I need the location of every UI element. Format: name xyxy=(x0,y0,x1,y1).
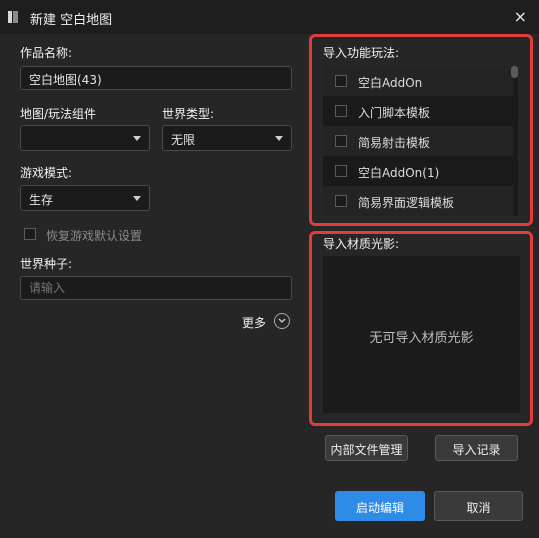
seed-label: 世界种子: xyxy=(20,257,73,271)
game-mode-value: 生存 xyxy=(29,193,54,207)
feature-checkbox[interactable] xyxy=(335,135,347,147)
start-edit-button[interactable]: 启动编辑 xyxy=(335,491,425,521)
app-icon xyxy=(8,11,18,23)
seed-input[interactable] xyxy=(20,276,292,300)
title-bar: 新建 空白地图 × xyxy=(0,0,539,34)
more-label[interactable]: 更多 xyxy=(242,314,266,331)
import-materials-label: 导入材质光影: xyxy=(323,237,400,251)
import-log-button[interactable]: 导入记录 xyxy=(435,435,518,461)
feature-label: 简易界面逻辑模板 xyxy=(358,196,455,210)
empty-state-text: 无可导入材质光影 xyxy=(369,331,474,346)
list-item[interactable]: 空白AddOn xyxy=(323,66,513,96)
restore-default-label: 恢复游戏默认设置 xyxy=(46,229,143,243)
list-item[interactable]: 入门脚本模板 xyxy=(323,96,513,126)
work-name-label: 作品名称: xyxy=(20,46,73,60)
window-title: 新建 空白地图 xyxy=(30,13,113,28)
game-mode-label: 游戏模式: xyxy=(20,166,73,180)
import-features-list: 空白AddOn 入门脚本模板 简易射击模板 空白AddOn(1) 简易界面逻辑模… xyxy=(323,66,518,216)
world-type-select[interactable]: 无限 xyxy=(162,125,292,151)
feature-label: 入门脚本模板 xyxy=(358,106,431,120)
cancel-button[interactable]: 取消 xyxy=(434,491,523,521)
world-type-label: 世界类型: xyxy=(162,107,215,121)
list-scrollbar[interactable] xyxy=(511,66,518,78)
restore-default-checkbox[interactable] xyxy=(24,228,36,240)
feature-checkbox[interactable] xyxy=(335,165,347,177)
list-item[interactable]: 简易界面逻辑模板 xyxy=(323,186,513,216)
close-icon[interactable]: × xyxy=(514,7,527,26)
feature-checkbox[interactable] xyxy=(335,75,347,87)
feature-label: 空白AddOn(1) xyxy=(358,166,440,180)
game-mode-select[interactable]: 生存 xyxy=(20,185,150,211)
feature-checkbox[interactable] xyxy=(335,195,347,207)
expand-more-icon[interactable] xyxy=(274,313,290,329)
world-type-value: 无限 xyxy=(171,133,196,147)
chevron-down-icon xyxy=(275,136,283,141)
feature-label: 简易射击模板 xyxy=(358,136,431,150)
list-item[interactable]: 简易射击模板 xyxy=(323,126,513,156)
feature-checkbox[interactable] xyxy=(335,105,347,117)
import-features-label: 导入功能玩法: xyxy=(323,46,400,60)
map-component-label: 地图/玩法组件 xyxy=(20,107,97,121)
work-name-input[interactable]: 空白地图(43) xyxy=(20,66,292,90)
chevron-down-icon xyxy=(133,196,141,201)
list-item[interactable]: 空白AddOn(1) xyxy=(323,156,513,186)
import-materials-panel: 无可导入材质光影 xyxy=(323,256,520,413)
map-component-select[interactable] xyxy=(20,125,150,151)
internal-files-button[interactable]: 内部文件管理 xyxy=(325,435,408,461)
feature-label: 空白AddOn xyxy=(358,76,423,90)
chevron-down-icon xyxy=(133,136,141,141)
